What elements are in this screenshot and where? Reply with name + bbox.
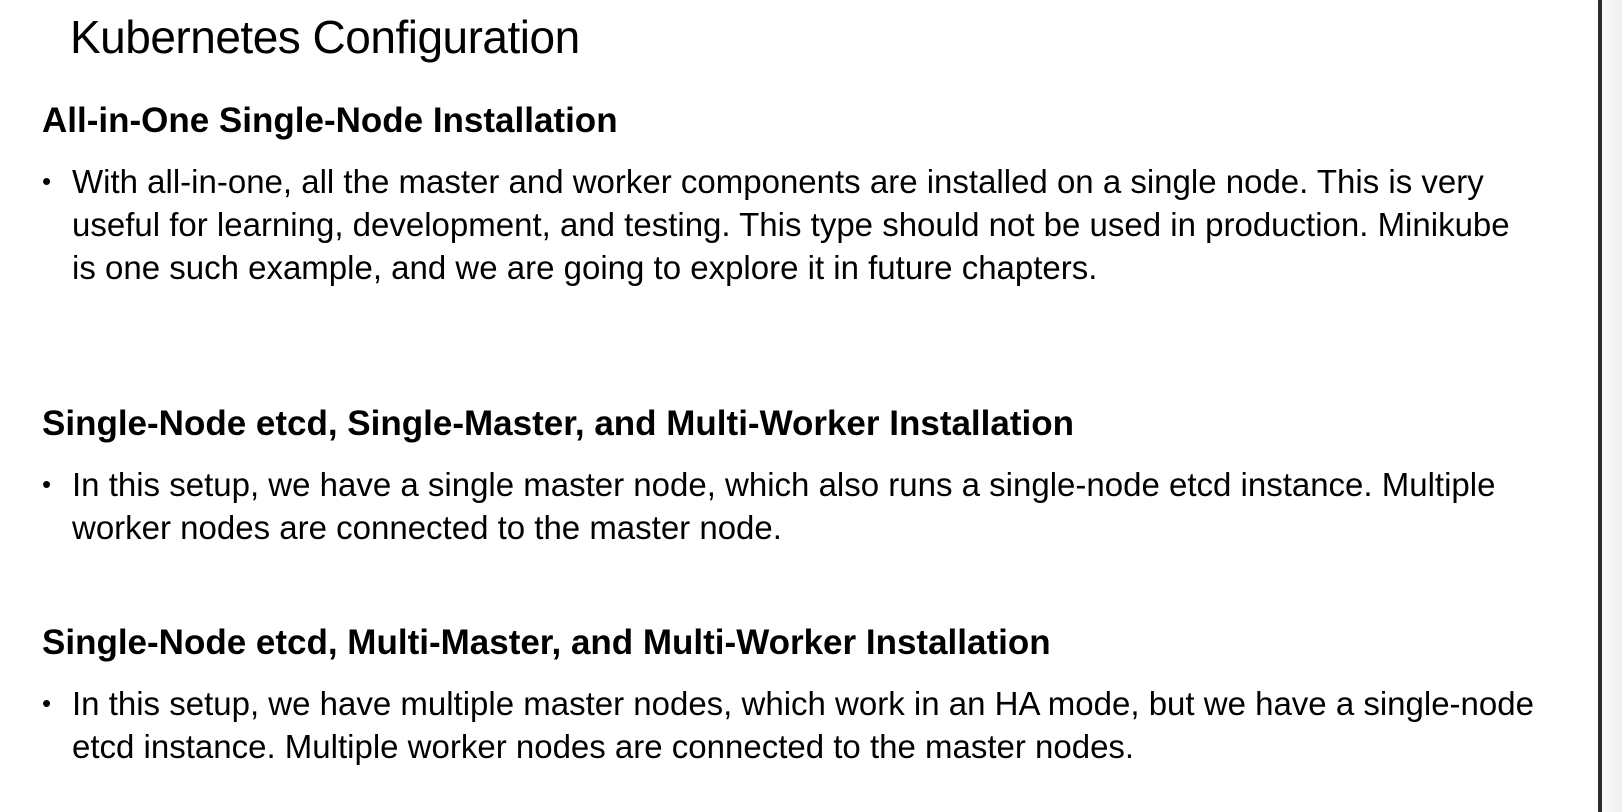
slide-edge-shadow xyxy=(1570,0,1622,812)
bullet-item: • With all-in-one, all the master and wo… xyxy=(42,160,1542,289)
section-heading: Single-Node etcd, Single-Master, and Mul… xyxy=(42,404,1074,443)
bullet-item: • In this setup, we have multiple master… xyxy=(42,682,1542,768)
slide-title: Kubernetes Configuration xyxy=(70,11,580,63)
bullet-point-icon: • xyxy=(42,688,52,718)
section-multi-master: Single-Node etcd, Multi-Master, and Mult… xyxy=(42,622,1534,768)
section-single-master: Single-Node etcd, Single-Master, and Mul… xyxy=(42,403,1522,549)
slide-edge-border xyxy=(1598,0,1602,812)
slide: Kubernetes Configuration All-in-One Sing… xyxy=(0,0,1622,812)
bullet-text: In this setup, we have a single master n… xyxy=(72,466,1496,546)
bullet-point-icon: • xyxy=(42,166,52,196)
bullet-text: In this setup, we have multiple master n… xyxy=(72,685,1534,765)
bullet-point-icon: • xyxy=(42,469,52,499)
section-all-in-one: All-in-One Single-Node Installation • Wi… xyxy=(42,100,1522,289)
section-heading: All-in-One Single-Node Installation xyxy=(42,101,618,140)
section-heading: Single-Node etcd, Multi-Master, and Mult… xyxy=(42,623,1051,662)
bullet-text: With all-in-one, all the master and work… xyxy=(72,163,1510,286)
bullet-item: • In this setup, we have a single master… xyxy=(42,463,1542,549)
